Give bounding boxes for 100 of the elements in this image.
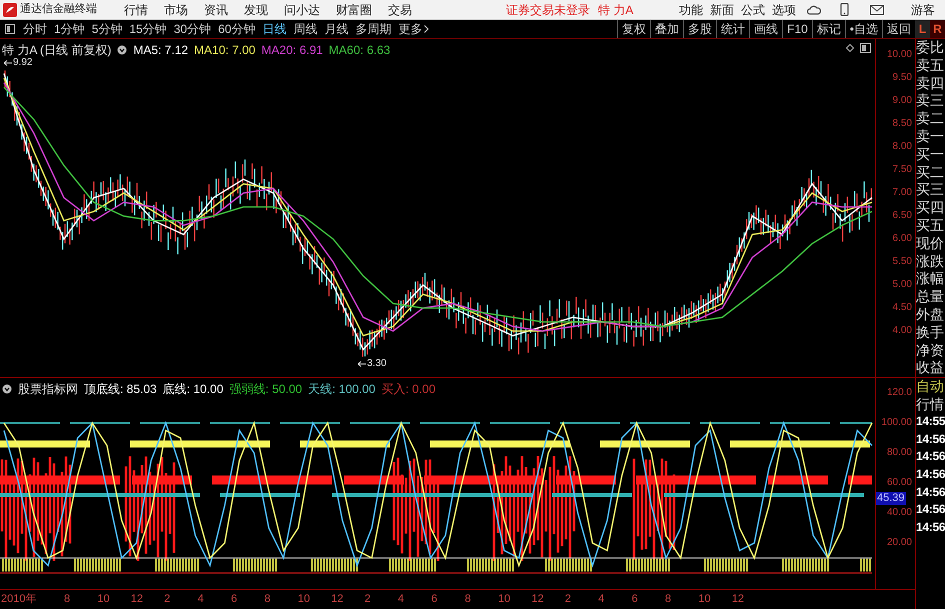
dropdown-circle-icon[interactable]	[117, 45, 128, 55]
quote-label[interactable]: 净资	[916, 342, 945, 360]
arrow-icon	[4, 60, 12, 66]
indicator-name: 股票指标网	[18, 381, 78, 398]
tool-button[interactable]: 叠加	[650, 20, 684, 38]
quote-label[interactable]: 买三	[916, 181, 945, 200]
date-axis-label: 6	[632, 592, 639, 607]
menu-item[interactable]: 功能	[679, 0, 703, 18]
quote-label[interactable]: 卖五	[916, 56, 945, 75]
date-axis-label: 10	[298, 592, 311, 607]
tool-button[interactable]: 统计	[716, 20, 750, 38]
menu-item[interactable]: 新面	[710, 0, 734, 18]
panel-toggle-icon[interactable]	[5, 24, 15, 34]
price-axis-label: 8.00	[892, 141, 912, 154]
period-tab[interactable]: 月线	[324, 20, 348, 38]
date-axis-label: 12	[531, 592, 545, 607]
quote-label[interactable]: 卖三	[916, 92, 945, 110]
legend-value: MA20: 6.91	[261, 42, 323, 59]
period-tab[interactable]: 分时	[23, 20, 47, 38]
indicator-value: 底线: 10.00	[162, 381, 224, 398]
indicator-value: 买入: 0.00	[381, 381, 436, 398]
tool-button[interactable]: •自选	[844, 20, 882, 38]
quote-label[interactable]: 买二	[916, 164, 945, 182]
tool-button[interactable]: 复权	[617, 20, 650, 38]
period-tab[interactable]: 5分钟	[92, 20, 122, 38]
date-axis-label: 12	[130, 592, 144, 607]
menu-item[interactable]: 交易	[388, 0, 412, 18]
mail-icon[interactable]	[870, 4, 884, 14]
tool-button[interactable]: 多股	[683, 20, 716, 38]
diamond-icon[interactable]	[846, 44, 854, 52]
logo-icon[interactable]	[3, 2, 17, 16]
quote-label[interactable]: 总量	[916, 288, 945, 306]
quote-label[interactable]: 买五	[916, 216, 945, 235]
period-tab[interactable]: 周线	[293, 20, 318, 38]
trade-time: 14:56	[916, 466, 945, 483]
menu-item[interactable]: 选项	[772, 0, 796, 18]
trade-time: 14:56	[916, 484, 945, 501]
menu-item[interactable]: 问小达	[284, 0, 320, 18]
user-label[interactable]: 游客	[911, 0, 935, 18]
mode-label[interactable]: 自动	[916, 378, 945, 396]
period-tab[interactable]: 日线	[262, 20, 286, 38]
high-price-label: 9.92	[13, 56, 32, 70]
price-axis-label: 9.00	[892, 95, 912, 108]
cloud-icon[interactable]	[807, 4, 821, 16]
period-tab[interactable]: 60分钟	[218, 20, 256, 38]
trade-time: 14:56	[916, 430, 945, 448]
quote-label[interactable]: 涨跌	[916, 252, 945, 270]
price-axis-label: 8.50	[892, 118, 912, 130]
legend-value: MA5: 7.12	[133, 42, 188, 59]
corner-button[interactable]: R	[930, 20, 945, 38]
menu-item[interactable]: 资讯	[204, 0, 228, 18]
quote-label[interactable]: 外盘	[916, 306, 945, 324]
quote-label[interactable]: 委比	[916, 39, 945, 57]
price-axis-label: 6.00	[892, 233, 912, 246]
period-tab[interactable]: 30分钟	[174, 20, 212, 38]
price-axis-label: 5.50	[892, 256, 912, 268]
quote-label[interactable]: 卖四	[916, 74, 945, 92]
period-tab[interactable]: 多周期	[355, 20, 392, 38]
tool-button[interactable]: 标记	[812, 20, 845, 38]
corner-button[interactable]: L	[915, 20, 930, 38]
quote-label[interactable]: 卖二	[916, 110, 945, 128]
quote-label[interactable]: 买四	[916, 199, 945, 217]
mode-label[interactable]: 行情	[916, 396, 945, 414]
menu-item[interactable]: 市场	[164, 0, 188, 18]
period-tab[interactable]: 1分钟	[54, 20, 85, 38]
date-axis-label: 2	[164, 592, 172, 607]
menu-item[interactable]: 发现	[244, 0, 268, 18]
quote-label[interactable]: 收益	[916, 359, 945, 378]
price-axis-label: 9.50	[892, 72, 912, 84]
date-axis-label: 4	[198, 592, 205, 607]
login-status[interactable]: 证券交易未登录	[506, 0, 590, 18]
date-axis-label: 12	[331, 592, 344, 607]
quote-label[interactable]: 现价	[916, 234, 945, 253]
date-axis-label: 2010年	[0, 592, 38, 607]
arrow-icon	[358, 360, 366, 366]
tool-button[interactable]: F10	[782, 20, 812, 38]
price-axis-label: 7.00	[892, 187, 912, 200]
legend-value: MA60: 6.63	[328, 42, 390, 59]
price-axis-label: 10.00	[886, 49, 912, 62]
chevron-icon	[424, 25, 430, 33]
app-title: 通达信金融终端	[20, 2, 98, 18]
current-value-label: 45.39	[876, 492, 906, 505]
menu-item[interactable]: 公式	[741, 0, 765, 18]
phone-icon[interactable]	[840, 3, 849, 16]
indicator-value: 顶底线: 85.03	[84, 381, 157, 398]
menu-item[interactable]: 财富圈	[336, 0, 372, 18]
date-axis-label: 10	[698, 592, 712, 607]
quote-label[interactable]: 买一	[916, 146, 945, 164]
menu-item[interactable]: 行情	[124, 0, 148, 18]
quote-label[interactable]: 换手	[916, 324, 945, 342]
quote-label[interactable]: 涨幅	[916, 270, 945, 288]
trade-time: 14:56	[916, 518, 945, 536]
tool-button[interactable]: 画线	[749, 20, 782, 38]
indicator-axis-label: 60.00	[886, 477, 912, 489]
period-tab[interactable]: 15分钟	[129, 20, 167, 38]
quote-label[interactable]: 卖一	[916, 128, 945, 146]
dropdown-circle-icon[interactable]	[2, 384, 12, 394]
low-price-label: 3.30	[367, 357, 386, 371]
more-button[interactable]: 更多	[398, 20, 430, 38]
window-icon[interactable]	[860, 43, 871, 53]
